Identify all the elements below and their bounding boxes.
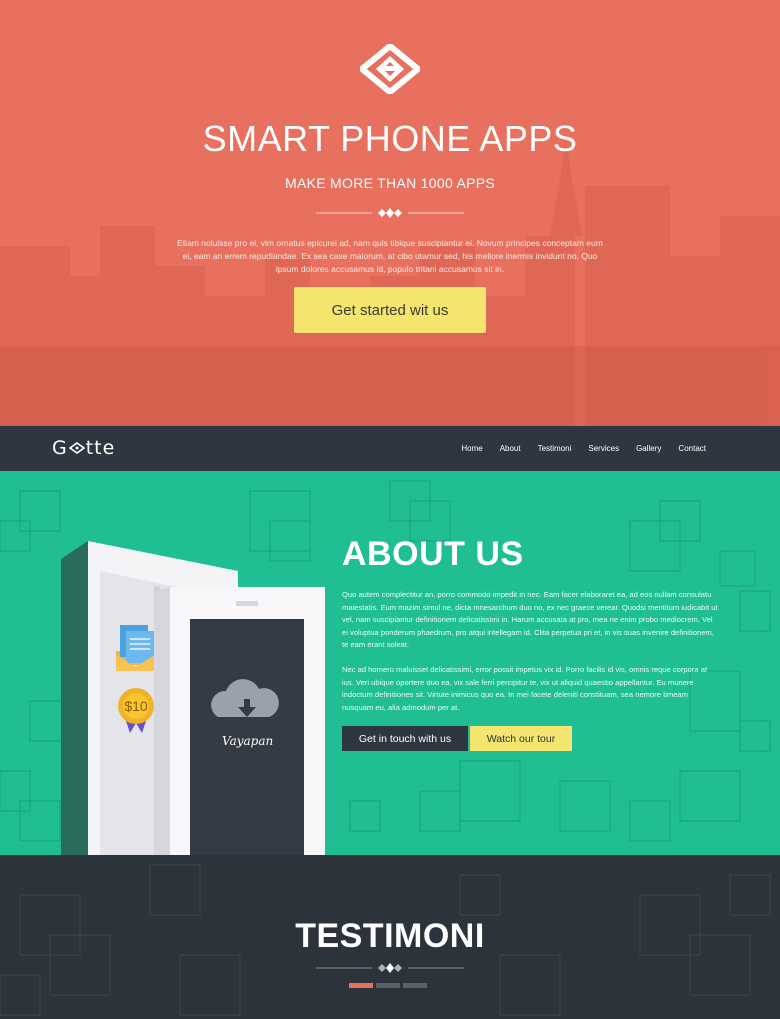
about-paragraph-2: Nec ad homero maluisset delicatissimi, e…: [342, 665, 708, 712]
document-envelope-icon: [116, 625, 155, 671]
brand-text: G: [52, 437, 68, 459]
city-skyline-background: [0, 136, 780, 426]
logo-diamond-icon: [360, 44, 420, 94]
nav-gallery[interactable]: Gallery: [636, 444, 661, 453]
testimoni-section: TESTIMONI: [0, 855, 780, 1019]
watch-tour-button[interactable]: Watch our tour: [470, 726, 572, 751]
pagination-dot-3[interactable]: [403, 983, 427, 988]
hero-section: SMART PHONE APPS MAKE MORE THAN 1000 APP…: [0, 0, 780, 426]
hero-description: Etiam noluisse pro ei, vim ornatus epicu…: [177, 238, 603, 274]
testimoni-pagination: [349, 983, 427, 988]
nav-home[interactable]: Home: [461, 444, 482, 453]
price-badge-text: $10: [124, 698, 148, 714]
hero-title: SMART PHONE APPS: [202, 118, 578, 159]
hero-divider: [316, 208, 464, 218]
brand-diamond-icon: [68, 442, 85, 454]
testimoni-divider: [316, 963, 464, 973]
nav-testimoni[interactable]: Testimoni: [538, 444, 572, 453]
about-paragraph-1: Quo autem complectitur an, porro commodo…: [342, 590, 718, 650]
brand-logo[interactable]: G tte: [52, 437, 115, 459]
about-title: ABOUT US: [342, 535, 524, 573]
pagination-dot-1[interactable]: [349, 983, 373, 988]
nav-services[interactable]: Services: [588, 444, 619, 453]
main-navbar: G tte Home About Testimoni Services Gall…: [0, 426, 780, 471]
app-name-text: Vayapan: [222, 734, 273, 748]
nav-about[interactable]: About: [500, 444, 521, 453]
nav-links: Home About Testimoni Services Gallery Co…: [444, 426, 706, 471]
pagination-dot-2[interactable]: [376, 983, 400, 988]
get-in-touch-button[interactable]: Get in touch with us: [342, 726, 468, 751]
get-started-button[interactable]: Get started wit us: [294, 287, 486, 333]
nav-contact[interactable]: Contact: [678, 444, 706, 453]
hero-subtitle: MAKE MORE THAN 1000 APPS: [284, 175, 495, 191]
about-section: $10 Vayapan ABOUT US Quo autem complecti…: [0, 471, 780, 855]
testimoni-title: TESTIMONI: [295, 917, 485, 955]
brand-text-suffix: tte: [85, 437, 116, 459]
phones-illustration: $10 Vayapan: [61, 541, 325, 855]
